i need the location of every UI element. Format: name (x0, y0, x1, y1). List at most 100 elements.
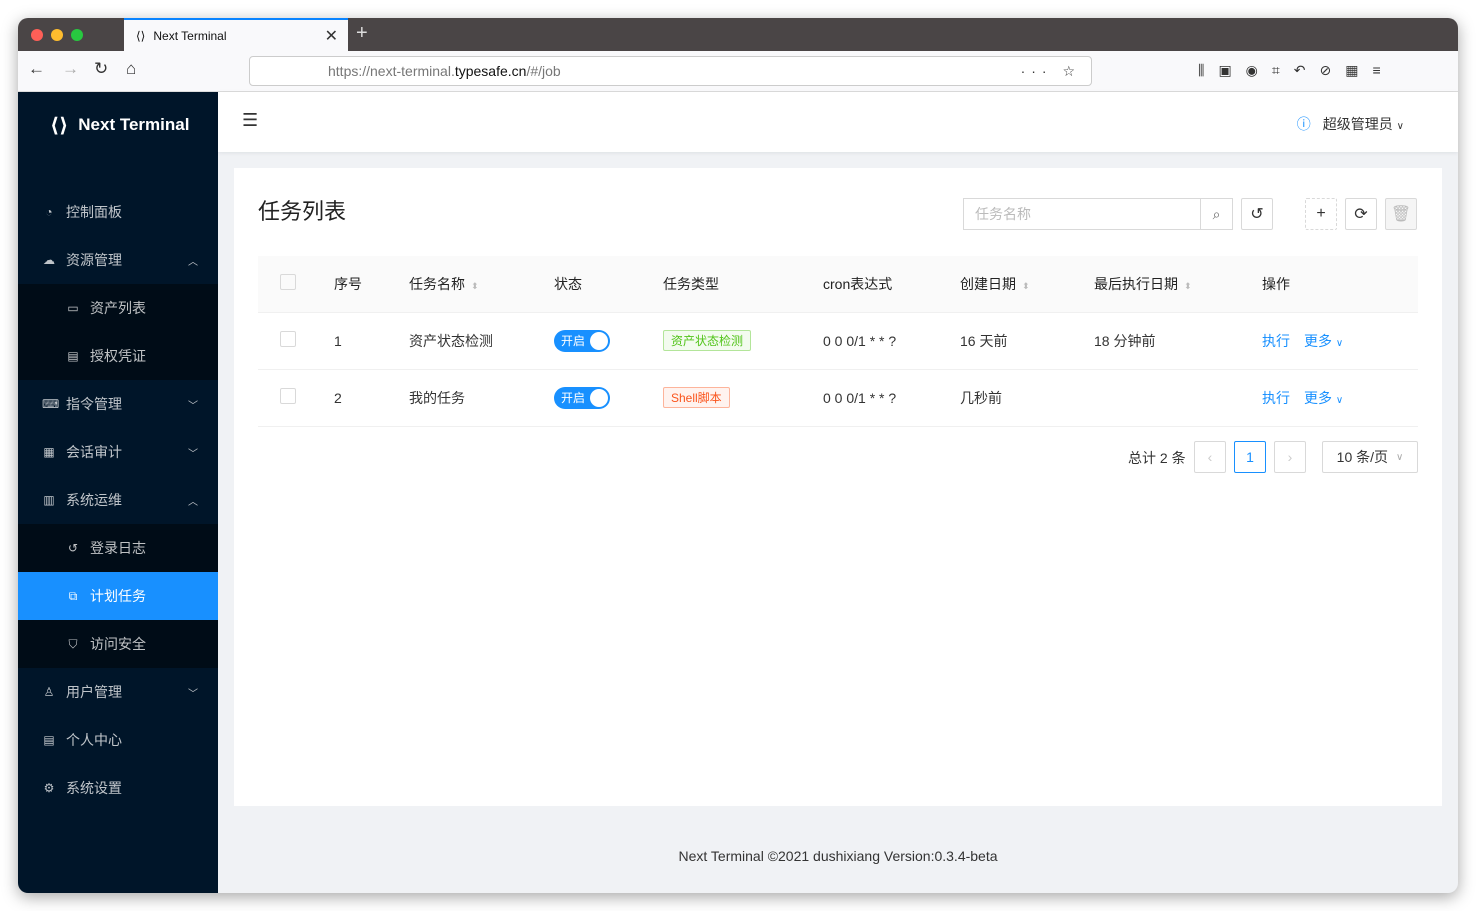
sidebar-item-label: 用户管理 (66, 684, 122, 700)
table-row: 1 资产状态检测 开启 资产状态检测 0 0 0/1 * * ? 16 天前 1… (258, 312, 1418, 370)
job-type-tag: Shell脚本 (663, 387, 730, 408)
browser-tab[interactable]: ⟨⟩ Next Terminal ✕ (124, 18, 348, 51)
status-toggle[interactable]: 开启 (554, 329, 610, 352)
sidebar-item[interactable]: ☁ 资源管理 ︿ (18, 236, 218, 284)
minimize-window-button[interactable] (51, 29, 63, 41)
sidebar-item[interactable]: ↺ 登录日志 (18, 524, 218, 572)
sidebar-item[interactable]: ⛉ 访问安全 (18, 620, 218, 668)
delete-button[interactable]: 🗑 (1385, 198, 1417, 230)
copy-icon: ⧉ (68, 588, 78, 603)
more-link[interactable]: 更多 ∨ (1304, 390, 1343, 406)
pagination-total: 总计 2 条 (1128, 450, 1186, 466)
page-size-select[interactable]: 10 条/页 ∨ (1322, 441, 1418, 473)
audit-icon: ▦ (43, 445, 55, 459)
page-1-button[interactable]: 1 (1234, 441, 1266, 473)
url-bar[interactable]: https://next-terminal. typesafe.cn/#/job ·… (249, 56, 1092, 86)
refresh-button[interactable]: ⟳ (1345, 198, 1377, 230)
reload-icon[interactable]: ↻ (94, 59, 108, 79)
more-link[interactable]: 更多 ∨ (1304, 333, 1343, 349)
prev-page-button[interactable]: ‹ (1194, 441, 1226, 473)
user-name: 超级管理员 (1322, 116, 1393, 132)
footer: Next Terminal ©2021 dushixiang Version:0… (678, 848, 998, 864)
row-checkbox[interactable] (280, 331, 296, 347)
new-tab-icon[interactable]: + (356, 22, 368, 45)
column-label: 任务名称 (409, 275, 465, 292)
sidebar-item-label: 资产列表 (90, 300, 146, 316)
created-date: 几秒前 (960, 369, 1094, 427)
more-label: 更多 (1304, 332, 1332, 349)
table-header: 序号 任务名称 ⬍ 状态 任务类型 cron表达式 创建日期 ⬍ 最后执行日期 ⬍ 操作 (258, 256, 1418, 313)
sidebar-item[interactable]: ▤ 个人中心 (18, 716, 218, 764)
column-label: 操作 (1262, 275, 1290, 292)
row-checkbox[interactable] (280, 388, 296, 404)
close-tab-icon[interactable]: ✕ (325, 26, 338, 46)
sort-icon[interactable]: ⬍ (1184, 281, 1192, 291)
chevron-up-icon: ︿ (188, 496, 198, 508)
url-prefix: https://next-terminal. (328, 63, 455, 79)
search-icon[interactable]: ⌕ (1200, 199, 1232, 229)
gear-icon: ⚙ (43, 781, 55, 795)
column-header[interactable]: 最后执行日期 ⬍ (1094, 256, 1262, 313)
back-icon[interactable]: ← (28, 59, 45, 79)
sort-icon[interactable]: ⬍ (1022, 281, 1030, 291)
logo-icon: ⟨⟩ (50, 114, 69, 137)
user-menu[interactable]: ⓘ 超级管理员 ∨ (1297, 114, 1404, 134)
select-all-checkbox[interactable] (280, 274, 296, 291)
code-icon: ⌨ (42, 397, 60, 411)
sort-icon[interactable]: ⬍ (471, 281, 479, 291)
row-number: 2 (334, 369, 409, 427)
shield-icon: ⛉ (68, 636, 78, 651)
help-icon[interactable]: ⓘ (1297, 116, 1311, 132)
close-window-button[interactable] (31, 29, 43, 41)
page-size-value: 10 条/页 (1336, 449, 1389, 465)
forward-icon[interactable]: → (62, 59, 79, 79)
sidebar-item[interactable]: ⌨ 指令管理 ﹀ (18, 380, 218, 428)
row-number: 1 (334, 312, 409, 370)
header: ☰ ⓘ 超级管理员 ∨ (218, 92, 1458, 152)
collapse-menu-icon[interactable]: ☰ (242, 110, 258, 131)
app: ⟨⟩ Next Terminal ◔ 控制面板 ☁ 资源管理 ︿ ▭ 资产列表 ▤ 授权凭证 ⌨ 指令… (18, 92, 1458, 893)
dashboard-icon: ◔ (45, 205, 53, 219)
more-icon[interactable]: ··· ☆ (1021, 63, 1081, 80)
cron-expression: 0 0 0/1 * * ? (823, 369, 960, 427)
status-label: 开启 (561, 391, 586, 405)
sidebar-item[interactable]: ⧉ 计划任务 (18, 572, 218, 620)
desktop-icon: ▭ (67, 301, 79, 315)
content-card: 任务列表 任务名称 ⌕ ↺ + ⟳ 🗑 序号 任务名称 ⬍ 状态 任务类型 cron表达式 创… (234, 168, 1442, 806)
status-cell: 开启 (554, 369, 663, 427)
add-button[interactable]: + (1305, 198, 1337, 230)
reset-search-button[interactable]: ↺ (1241, 198, 1273, 230)
column-header: 操作 (1262, 256, 1418, 313)
more-label: 更多 (1304, 389, 1332, 406)
chevron-down-icon: ∨ (1396, 451, 1404, 463)
next-page-button[interactable]: › (1274, 441, 1306, 473)
job-table: 序号 任务名称 ⬍ 状态 任务类型 cron表达式 创建日期 ⬍ 最后执行日期 ⬍ 操作 1 资产状… (258, 256, 1418, 427)
sidebar-item-label: 系统设置 (66, 780, 122, 796)
column-label: 创建日期 (960, 275, 1016, 292)
chevron-down-icon: ﹀ (188, 400, 198, 412)
home-icon[interactable]: ⌂ (126, 59, 136, 79)
status-toggle[interactable]: 开启 (554, 386, 610, 409)
sidebar-item[interactable]: ▤ 授权凭证 (18, 332, 218, 380)
user-icon: ♙ (43, 685, 55, 699)
sidebar-item[interactable]: ▦ 会话审计 ﹀ (18, 428, 218, 476)
execute-link[interactable]: 执行 (1262, 390, 1290, 406)
sidebar-item[interactable]: ⚙ 系统设置 (18, 764, 218, 812)
column-label: 最后执行日期 (1094, 275, 1178, 292)
sidebar-item-label: 授权凭证 (90, 348, 146, 364)
sidebar: ⟨⟩ Next Terminal ◔ 控制面板 ☁ 资源管理 ︿ ▭ 资产列表 ▤ 授权凭证 ⌨ 指令… (18, 92, 218, 893)
execute-link[interactable]: 执行 (1262, 333, 1290, 349)
sidebar-item[interactable]: ◔ 控制面板 (18, 188, 218, 236)
column-header[interactable]: 创建日期 ⬍ (960, 256, 1094, 313)
column-header: 状态 (554, 256, 663, 313)
sidebar-item[interactable]: ♙ 用户管理 ﹀ (18, 668, 218, 716)
actions-cell: 执行 更多 ∨ (1262, 312, 1418, 370)
browser-toolbar: ← → ↻ ⌂ https://next-terminal. typesafe.c… (18, 51, 1458, 92)
column-header[interactable]: 任务名称 ⬍ (409, 256, 554, 313)
search-input[interactable]: 任务名称 ⌕ (963, 198, 1233, 230)
maximize-window-button[interactable] (71, 29, 83, 41)
browser-extension-icons[interactable]: ⫼▣◉⌗↶⊘▦≡ (1198, 62, 1395, 79)
sidebar-item[interactable]: ▭ 资产列表 (18, 284, 218, 332)
cron-expression: 0 0 0/1 * * ? (823, 312, 960, 370)
sidebar-item[interactable]: ▥ 系统运维 ︿ (18, 476, 218, 524)
